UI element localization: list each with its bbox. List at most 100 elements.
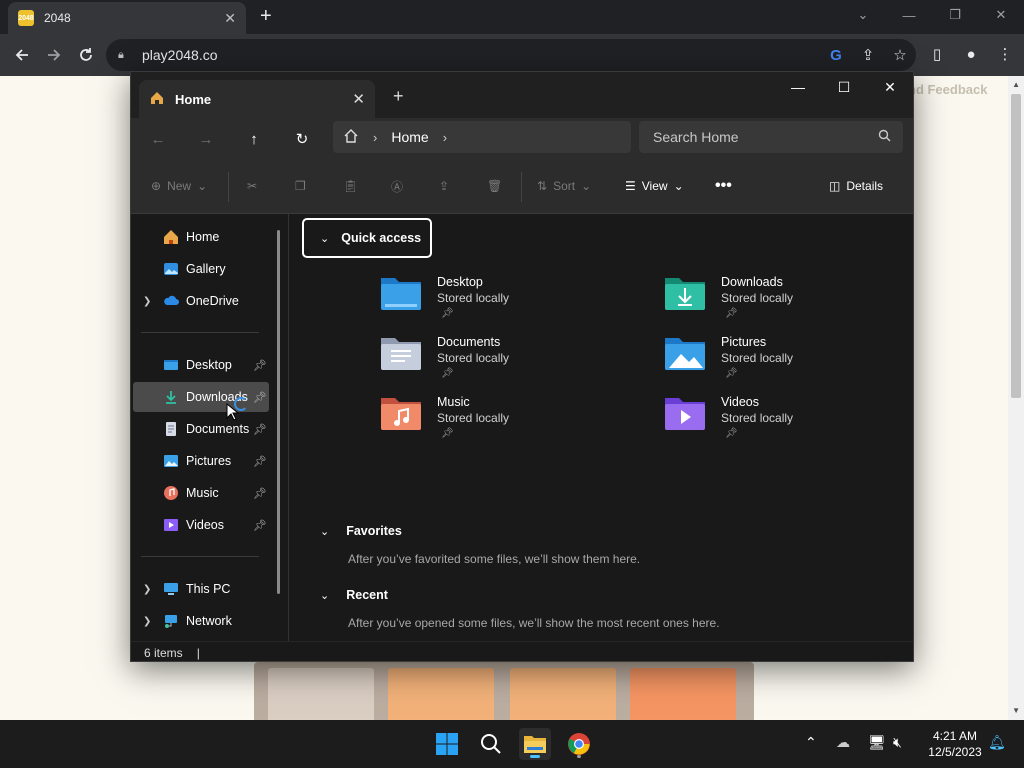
share-icon[interactable]: ⇪ — [852, 46, 884, 64]
sidebar-item-downloads[interactable]: Downloads 📌︎ — [133, 382, 269, 412]
scroll-up-arrow-icon[interactable]: ▲ — [1012, 80, 1020, 89]
tab-search-icon[interactable]: ⌄ — [840, 0, 886, 30]
system-clock[interactable]: 4:21 AM 12/5/2023 — [920, 728, 990, 760]
page-scrollbar-thumb[interactable] — [1011, 94, 1021, 398]
back-button[interactable] — [10, 43, 34, 67]
explorer-address-bar[interactable]: › Home › — [333, 121, 631, 153]
quick-access-item-music[interactable]: Music Stored locally 📌︎ — [379, 392, 619, 448]
chevron-right-icon[interactable]: ❯ — [143, 616, 151, 627]
address-bar[interactable]: 🔒︎ play2048.co G ⇪ ☆ — [106, 39, 916, 71]
pin-icon[interactable]: 📌︎ — [253, 391, 267, 404]
pin-icon[interactable]: 📌︎ — [253, 455, 267, 468]
pin-icon[interactable]: 📌︎ — [253, 487, 267, 500]
chevron-right-icon[interactable]: ❯ — [143, 296, 151, 307]
explorer-tab-home[interactable]: Home ✕ — [139, 80, 375, 118]
paste-icon[interactable]: 📋︎ — [343, 174, 358, 198]
item-name: Pictures — [721, 335, 767, 349]
search-icon[interactable] — [878, 129, 891, 145]
search-placeholder[interactable]: Search Home — [653, 129, 878, 145]
sidebar-item-desktop[interactable]: Desktop 📌︎ — [133, 350, 269, 380]
chevron-right-icon[interactable]: ❯ — [143, 584, 151, 595]
close-window-button[interactable]: ✕ — [978, 0, 1024, 30]
minimize-button[interactable]: — — [886, 0, 932, 30]
lock-icon[interactable]: 🔒︎ — [118, 49, 130, 61]
home-breadcrumb-icon[interactable] — [343, 128, 359, 147]
volume-muted-icon[interactable]: 🔇︎ — [893, 734, 902, 751]
back-button[interactable]: ← — [145, 126, 171, 152]
google-lens-icon[interactable]: G — [820, 47, 852, 64]
menu-icon[interactable]: ⋮ — [994, 43, 1016, 65]
search-button[interactable] — [475, 728, 507, 760]
breadcrumb-chevron-icon[interactable]: › — [443, 130, 447, 145]
profile-icon[interactable]: ● — [960, 43, 982, 65]
sort-icon: ⇅ — [537, 179, 548, 193]
sidebar-item-music[interactable]: Music 📌︎ — [133, 478, 269, 508]
windows-taskbar: ⌃ ☁ 🖥︎ 🔇︎ 4:21 AM 12/5/2023 🔔︎ — [0, 720, 1024, 768]
videos-folder-icon — [164, 519, 178, 531]
sidebar-label: Videos — [186, 518, 224, 532]
sidebar-item-home[interactable]: Home — [133, 222, 269, 252]
new-button[interactable]: ⊕ New ⌄ — [151, 174, 207, 198]
rename-icon[interactable]: Ⓐ — [391, 174, 403, 198]
pin-icon[interactable]: 📌︎ — [253, 519, 267, 532]
browser-tab[interactable]: 2048 2048 ✕ — [8, 2, 246, 34]
more-options-icon[interactable]: ••• — [715, 174, 732, 198]
restore-button[interactable]: ❐ — [932, 0, 978, 30]
recent-header[interactable]: ⌄ Recent — [320, 588, 388, 602]
pin-icon[interactable]: 📌︎ — [253, 423, 267, 436]
copy-icon[interactable]: ❐ — [295, 174, 306, 198]
sidebar-scrollbar[interactable] — [277, 230, 280, 594]
network-tray-icon[interactable]: 🖥︎ — [868, 734, 886, 751]
taskbar-chrome[interactable] — [563, 728, 595, 760]
chevron-down-icon: ⌄ — [320, 525, 330, 538]
up-button[interactable]: ↑ — [241, 126, 267, 152]
share-icon[interactable]: ⇪ — [439, 174, 449, 198]
desktop-folder-icon — [381, 278, 421, 310]
taskbar-file-explorer[interactable] — [519, 728, 551, 760]
breadcrumb-home[interactable]: Home — [391, 129, 428, 145]
show-hidden-icons-chevron-icon[interactable]: ⌃ — [805, 734, 817, 751]
quick-access-header[interactable]: ⌄ Quick access — [302, 218, 432, 258]
explorer-search-box[interactable]: Search Home — [639, 121, 903, 153]
start-button[interactable] — [431, 728, 463, 760]
new-tab-button[interactable]: + — [393, 86, 404, 107]
sidebar-item-videos[interactable]: Videos 📌︎ — [133, 510, 269, 540]
reload-button[interactable] — [74, 43, 98, 67]
close-tab-icon[interactable]: ✕ — [352, 90, 365, 108]
forward-button[interactable] — [42, 43, 66, 67]
quick-access-item-pictures[interactable]: Pictures Stored locally 📌︎ — [663, 332, 903, 388]
view-button[interactable]: ☰ View ⌄ — [625, 174, 684, 198]
quick-access-item-desktop[interactable]: Desktop Stored locally 📌︎ — [379, 272, 619, 328]
sidebar-item-gallery[interactable]: Gallery — [133, 254, 269, 284]
pin-icon[interactable]: 📌︎ — [253, 359, 267, 372]
onedrive-tray-icon[interactable]: ☁ — [836, 734, 850, 751]
notification-bell-icon[interactable]: 🔔︎ — [988, 734, 1006, 751]
refresh-button[interactable]: ↻ — [289, 126, 315, 152]
sidebar-item-documents[interactable]: Documents 📌︎ — [133, 414, 269, 444]
sort-button[interactable]: ⇅ Sort ⌄ — [537, 174, 591, 198]
scroll-down-arrow-icon[interactable]: ▼ — [1012, 706, 1020, 715]
delete-icon[interactable]: 🗑︎ — [487, 174, 502, 198]
feedback-link[interactable]: nd Feedback — [908, 82, 987, 97]
minimize-button[interactable]: — — [775, 72, 821, 102]
quick-access-item-documents[interactable]: Documents Stored locally 📌︎ — [379, 332, 619, 388]
close-tab-icon[interactable]: ✕ — [224, 10, 236, 27]
pictures-folder-icon — [164, 455, 178, 467]
cut-icon[interactable]: ✂ — [247, 174, 257, 198]
maximize-button[interactable]: ☐ — [821, 72, 867, 102]
sidebar-item-pictures[interactable]: Pictures 📌︎ — [133, 446, 269, 476]
forward-button[interactable]: → — [193, 126, 219, 152]
quick-access-item-downloads[interactable]: Downloads Stored locally 📌︎ — [663, 272, 903, 328]
new-tab-button[interactable]: + — [260, 6, 272, 26]
sidebar-item-this-pc[interactable]: ❯ This PC — [133, 574, 269, 604]
quick-access-item-videos[interactable]: Videos Stored locally 📌︎ — [663, 392, 903, 448]
url-text[interactable]: play2048.co — [142, 47, 820, 63]
sidebar-item-network[interactable]: ❯ Network — [133, 606, 269, 636]
bookmark-star-icon[interactable]: ☆ — [884, 46, 916, 64]
favorites-header[interactable]: ⌄ Favorites — [320, 524, 402, 538]
side-panel-icon[interactable]: ▯ — [926, 43, 948, 65]
close-window-button[interactable]: ✕ — [867, 72, 913, 102]
breadcrumb-chevron-icon[interactable]: › — [373, 130, 377, 145]
sidebar-item-onedrive[interactable]: ❯ OneDrive — [133, 286, 269, 316]
details-button[interactable]: ◫ Details — [829, 174, 883, 198]
